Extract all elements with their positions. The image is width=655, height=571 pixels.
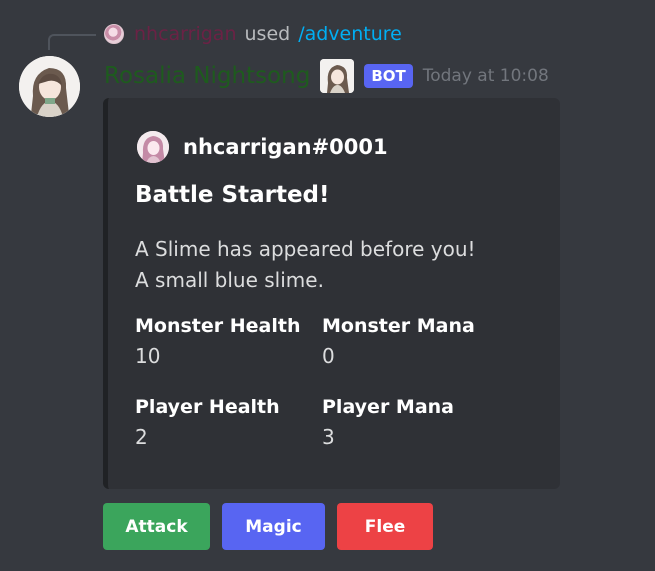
message-header: Rosalia Nightsong BOT Today at 10:08: [104, 59, 549, 93]
timestamp[interactable]: Today at 10:08: [423, 66, 549, 86]
attack-button[interactable]: Attack: [103, 503, 210, 550]
embed-author: nhcarrigan#0001: [137, 131, 388, 163]
field-value: 0: [322, 344, 335, 368]
field-name: Player Mana: [322, 396, 455, 418]
reply-username[interactable]: nhcarrigan: [134, 23, 237, 45]
embed-author-icon: [137, 131, 169, 163]
author-thumbnail: [320, 59, 355, 93]
field-name: Monster Health: [135, 315, 301, 337]
reply-context[interactable]: nhcarrigan used /adventure: [104, 20, 402, 48]
reply-command[interactable]: /adventure: [298, 23, 402, 45]
reply-used-text: used: [244, 23, 291, 45]
field-name: Monster Mana: [322, 315, 475, 337]
embed-description: A Slime has appeared before you! A small…: [135, 234, 476, 296]
author-name[interactable]: Rosalia Nightsong: [104, 63, 310, 89]
embed-title: Battle Started!: [135, 182, 330, 208]
embed-field-monster-mana: Monster Mana 0: [322, 313, 475, 373]
magic-button[interactable]: Magic: [222, 503, 325, 550]
bot-thumbnail-icon: [320, 59, 355, 93]
embed-field-player-health: Player Health 2: [135, 394, 280, 454]
field-value: 3: [322, 425, 335, 449]
field-name: Player Health: [135, 396, 280, 418]
flee-button[interactable]: Flee: [337, 503, 433, 550]
embed-field-monster-health: Monster Health 10: [135, 313, 300, 373]
embed-field-player-mana: Player Mana 3: [322, 394, 454, 454]
bot-avatar-icon: [19, 56, 80, 117]
embed-description-line: A small blue slime.: [135, 268, 324, 292]
user-avatar-icon: [137, 131, 169, 163]
embed: nhcarrigan#0001 Battle Started! A Slime …: [103, 98, 560, 489]
embed-author-name: nhcarrigan#0001: [183, 135, 388, 159]
author-avatar[interactable]: [19, 56, 80, 117]
field-value: 2: [135, 425, 148, 449]
embed-description-line: A Slime has appeared before you!: [135, 237, 476, 261]
bot-badge: BOT: [364, 64, 413, 88]
field-value: 10: [135, 344, 161, 368]
reply-connector: [48, 34, 96, 50]
reply-user-avatar-icon[interactable]: [104, 24, 124, 44]
